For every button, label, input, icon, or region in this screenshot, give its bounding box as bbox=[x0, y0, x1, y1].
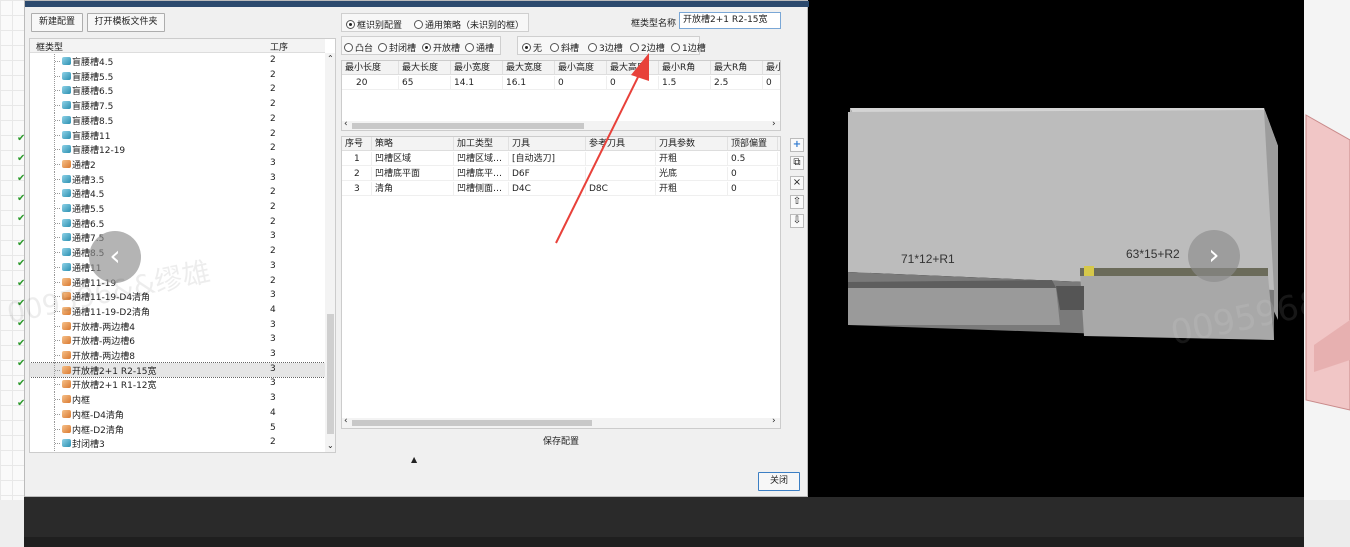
pink-3d-shape bbox=[1305, 114, 1350, 411]
chevron-right-icon: › bbox=[1208, 238, 1220, 271]
background-window-right bbox=[1304, 0, 1350, 500]
dimension-label-right: 63*15+R2 bbox=[1126, 247, 1180, 261]
background-bottom-right bbox=[1304, 500, 1350, 547]
next-image-button[interactable]: › bbox=[1188, 230, 1240, 282]
dimension-label-left: 71*12+R1 bbox=[901, 252, 955, 266]
background-spreadsheet bbox=[0, 0, 24, 500]
background-bottom-left bbox=[0, 500, 24, 547]
3d-viewer[interactable]: 71*12+R1 63*15+R2 009596&&缪雄 › bbox=[808, 0, 1350, 500]
annotation-arrow bbox=[555, 53, 649, 244]
taskbar-bottom bbox=[24, 537, 1304, 547]
frame-config-dialog: 新建配置 打开模板文件夹 框类型 工序 盲腰槽4.5 2 盲腰槽5.5 2 盲腰槽6.5… bbox=[4, 0, 809, 497]
taskbar bbox=[24, 497, 1304, 537]
